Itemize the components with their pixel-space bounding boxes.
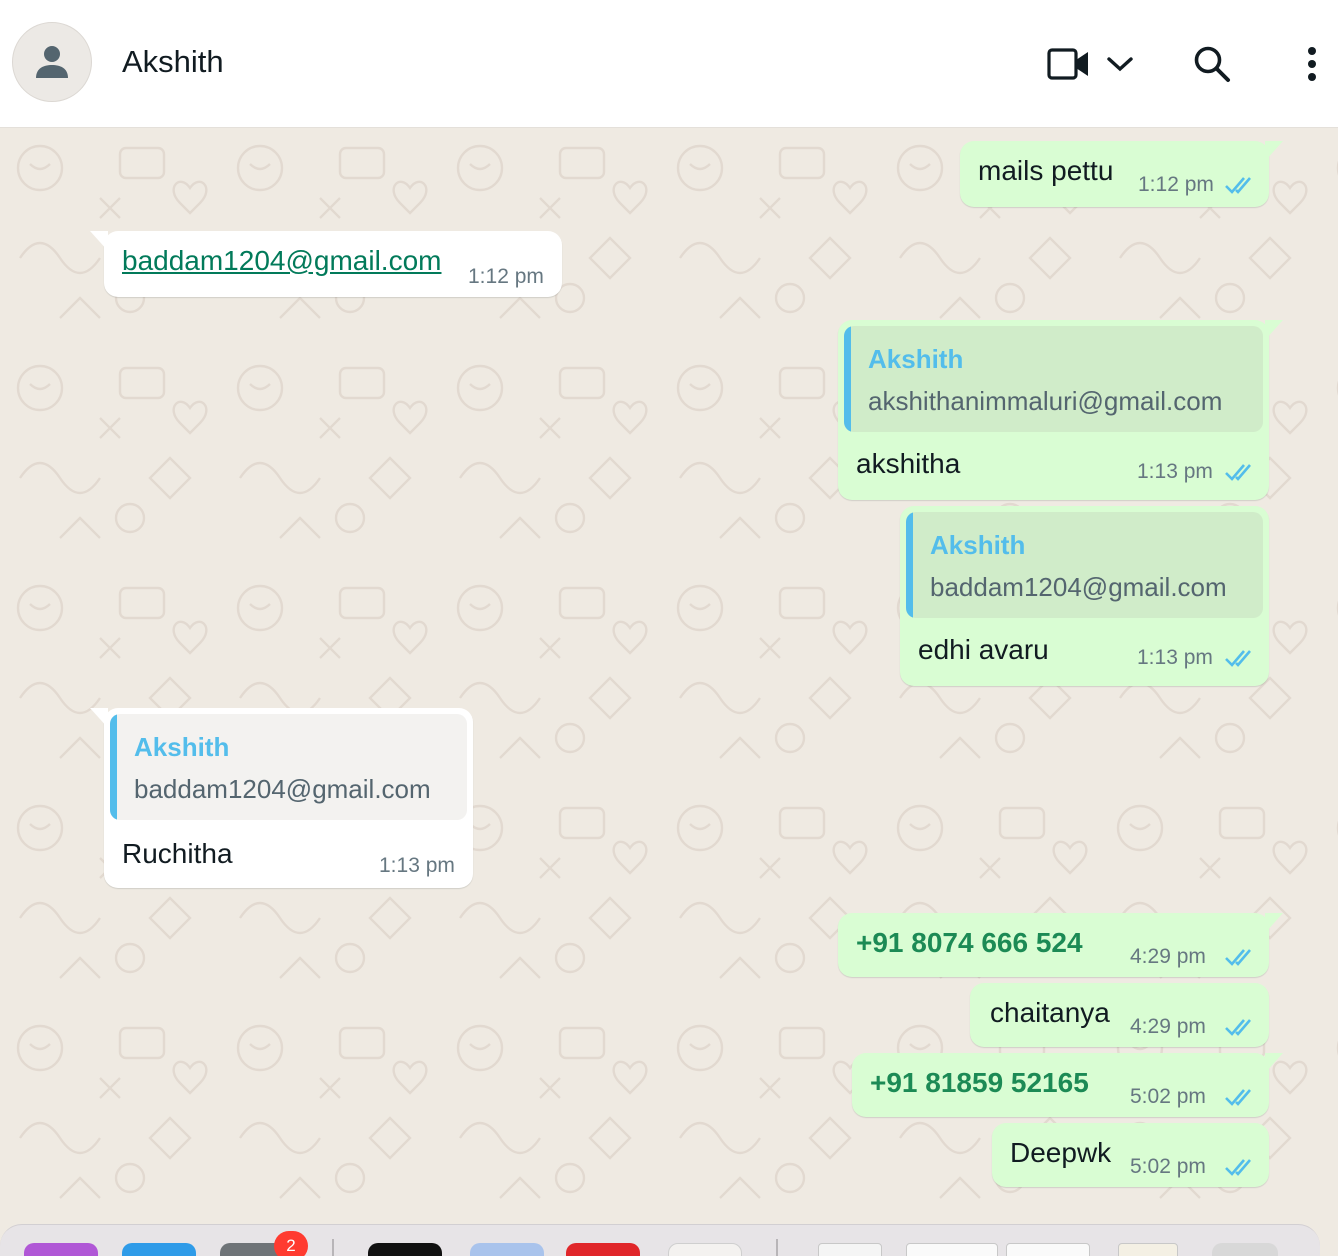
message-time: 1:13 pm xyxy=(1137,460,1213,483)
dock-app-finder-icon[interactable] xyxy=(470,1243,544,1256)
message-text: Ruchitha xyxy=(122,838,233,869)
video-call-icon[interactable] xyxy=(1045,44,1093,84)
message-time: 1:13 pm xyxy=(1137,646,1213,669)
quoted-message[interactable]: Akshith akshithanimmaluri@gmail.com xyxy=(844,326,1263,432)
dock-window-thumbnail[interactable] xyxy=(1118,1243,1178,1256)
dock-trash-icon[interactable] xyxy=(1212,1243,1278,1256)
message-bubble-outgoing[interactable]: +91 81859 52165 5:02 pm xyxy=(852,1053,1283,1117)
message-time: 4:29 pm xyxy=(1130,1015,1206,1038)
dock-separator xyxy=(776,1239,778,1256)
dock-app-youtube-icon[interactable] xyxy=(566,1243,640,1256)
message-email-link[interactable]: baddam1204@gmail.com xyxy=(122,245,441,277)
message-bubble-outgoing[interactable]: mails pettu 1:12 pm xyxy=(960,141,1283,207)
quote-bar xyxy=(844,326,851,432)
message-text: mails pettu xyxy=(978,155,1114,186)
more-options-icon[interactable] xyxy=(1298,42,1326,86)
read-ticks-icon xyxy=(1225,1159,1251,1176)
read-ticks-icon xyxy=(1225,177,1251,194)
message-bubble-outgoing[interactable]: Akshith baddam1204@gmail.com edhi avaru … xyxy=(900,506,1269,686)
dock-separator xyxy=(332,1239,334,1256)
quoted-message[interactable]: Akshith baddam1204@gmail.com xyxy=(906,512,1263,618)
message-time: 5:02 pm xyxy=(1130,1085,1206,1108)
macos-dock: 2 xyxy=(0,1224,1320,1256)
read-ticks-icon xyxy=(1225,464,1251,481)
chat-area[interactable]: mails pettu 1:12 pm baddam1204@gmail.com… xyxy=(0,128,1338,1224)
message-text: akshitha xyxy=(856,448,961,479)
message-text: chaitanya xyxy=(990,997,1110,1028)
chevron-down-icon[interactable] xyxy=(1104,50,1136,78)
quote-bar xyxy=(110,714,117,820)
message-bubble-outgoing[interactable]: Deepwk 5:02 pm xyxy=(992,1123,1269,1187)
read-ticks-icon xyxy=(1225,1019,1251,1036)
message-bubble-incoming[interactable]: Akshith baddam1204@gmail.com Ruchitha 1:… xyxy=(90,708,473,888)
dock-window-thumbnail[interactable] xyxy=(906,1243,998,1256)
quoted-text: baddam1204@gmail.com xyxy=(930,572,1227,602)
contact-avatar[interactable] xyxy=(12,22,92,102)
message-bubble-incoming[interactable]: baddam1204@gmail.com 1:12 pm xyxy=(90,231,562,297)
message-text: Deepwk xyxy=(1010,1137,1112,1168)
quoted-sender-name: Akshith xyxy=(134,732,230,762)
message-text: edhi avaru xyxy=(918,634,1049,665)
message-phone-number[interactable]: +91 81859 52165 xyxy=(870,1067,1089,1099)
message-bubble-outgoing[interactable]: +91 8074 666 524 4:29 pm xyxy=(838,913,1283,977)
dock-notification-badge: 2 xyxy=(274,1231,308,1256)
dock-app-podcasts-icon[interactable] xyxy=(24,1243,98,1256)
quoted-message[interactable]: Akshith baddam1204@gmail.com xyxy=(110,714,467,820)
quoted-sender-name: Akshith xyxy=(868,344,964,374)
avatar-person-icon xyxy=(36,46,68,78)
search-icon[interactable] xyxy=(1190,42,1234,86)
read-ticks-icon xyxy=(1225,1089,1251,1106)
dock-app-appstore-icon[interactable] xyxy=(122,1243,196,1256)
message-time: 5:02 pm xyxy=(1130,1155,1206,1178)
read-ticks-icon xyxy=(1225,650,1251,667)
message-bubble-outgoing[interactable]: Akshith akshithanimmaluri@gmail.com aksh… xyxy=(838,320,1283,500)
chat-header: Akshith xyxy=(0,0,1338,128)
dock-window-thumbnail[interactable] xyxy=(1006,1243,1090,1256)
message-time: 1:12 pm xyxy=(468,265,544,288)
quoted-text: baddam1204@gmail.com xyxy=(134,774,431,804)
message-bubble-outgoing[interactable]: chaitanya 4:29 pm xyxy=(970,983,1269,1047)
message-time: 4:29 pm xyxy=(1130,945,1206,968)
message-time: 1:13 pm xyxy=(379,854,455,877)
quote-bar xyxy=(906,512,913,618)
quoted-text: akshithanimmaluri@gmail.com xyxy=(868,386,1223,416)
read-ticks-icon xyxy=(1225,949,1251,966)
quoted-sender-name: Akshith xyxy=(930,530,1026,560)
message-time: 1:12 pm xyxy=(1138,173,1214,196)
contact-name[interactable]: Akshith xyxy=(122,44,224,80)
dock-app-terminal-icon[interactable] xyxy=(368,1243,442,1256)
dock-window-thumbnail[interactable] xyxy=(818,1243,882,1256)
message-phone-number[interactable]: +91 8074 666 524 xyxy=(856,927,1083,959)
dock-app-textedit-icon[interactable] xyxy=(668,1243,742,1256)
